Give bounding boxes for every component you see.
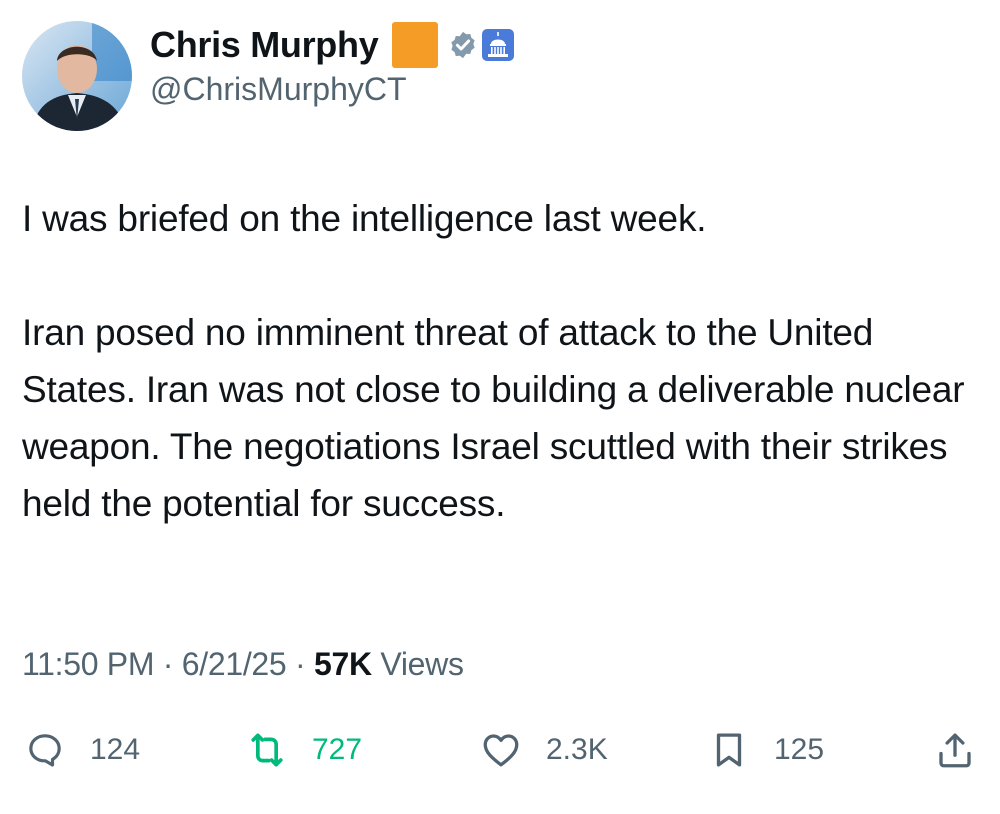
verified-badge-icon[interactable]	[448, 30, 478, 60]
views-label: Views	[380, 646, 464, 682]
author-names: Chris Murphy @ChrisMurphyCT	[150, 9, 515, 119]
like-button[interactable]: 2.3K	[478, 720, 608, 780]
name-row: Chris Murphy	[150, 21, 515, 69]
heart-icon	[478, 727, 524, 773]
display-name[interactable]: Chris Murphy	[150, 24, 379, 66]
bookmark-button[interactable]: 125	[706, 720, 824, 780]
tweet-paragraph-2: Iran posed no imminent threat of attack …	[22, 312, 965, 524]
avatar[interactable]	[22, 21, 132, 131]
reply-count: 124	[90, 733, 141, 766]
meta-separator: ·	[295, 646, 306, 682]
reply-icon	[22, 727, 68, 773]
retweet-count: 727	[312, 733, 363, 766]
timestamp-date[interactable]: 6/21/25	[182, 646, 287, 682]
tweet-paragraph-1: I was briefed on the intelligence last w…	[22, 198, 707, 239]
tweet-meta: 11:50 PM · 6/21/25 · 57K Views	[22, 646, 464, 683]
action-bar: 124 727 2.3K 125	[22, 720, 978, 780]
retweet-button[interactable]: 727	[244, 720, 362, 780]
views-count[interactable]: 57K	[314, 646, 372, 682]
bookmark-count: 125	[774, 733, 825, 766]
reply-button[interactable]: 124	[22, 720, 140, 780]
avatar-photo	[22, 21, 132, 131]
bookmark-icon	[706, 727, 752, 773]
timestamp-time[interactable]: 11:50 PM	[22, 646, 155, 682]
orange-square-emoji	[392, 21, 439, 68]
capitol-building-icon[interactable]	[482, 28, 515, 61]
share-button[interactable]	[932, 720, 978, 780]
tweet-text: I was briefed on the intelligence last w…	[22, 190, 982, 532]
retweet-icon	[244, 727, 290, 773]
tweet-header: Chris Murphy @ChrisMurphyCT	[22, 20, 515, 132]
like-count: 2.3K	[546, 733, 608, 766]
handle[interactable]: @ChrisMurphyCT	[150, 71, 514, 108]
share-icon	[932, 727, 978, 773]
meta-separator: ·	[162, 646, 174, 682]
